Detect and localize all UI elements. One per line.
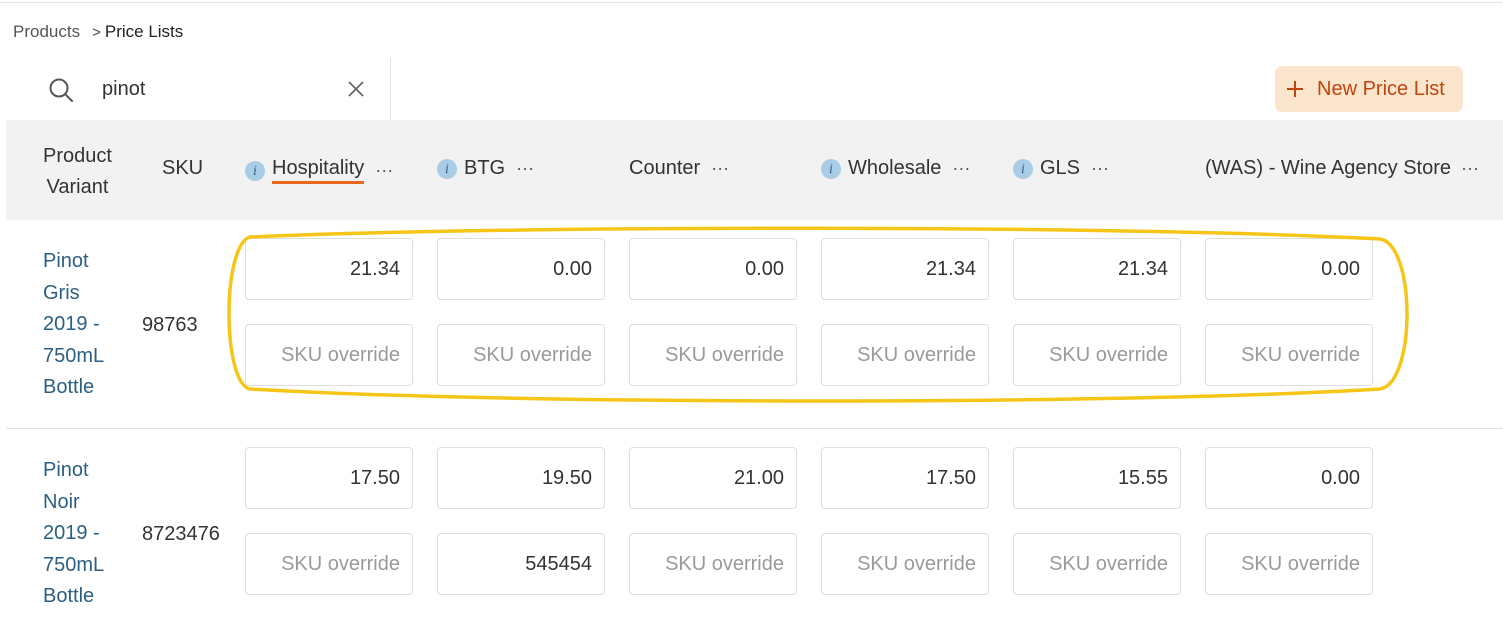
price-input-was[interactable] [1205,447,1373,509]
price-input-wholesale[interactable] [821,447,989,509]
info-icon[interactable]: i [1013,158,1033,179]
column-header-sku: SKU [162,157,204,179]
close-icon[interactable] [346,79,366,99]
product-variant-link[interactable]: Pinot Noir 2019 - 750mL Bottle [43,455,133,613]
column-header-gls: i GLS ··· [1013,157,1109,180]
column-header-product-line2: Variant [46,176,109,198]
new-price-list-label: New Price List [1317,77,1445,100]
product-name-line: Gris [43,281,80,304]
breadcrumb-current: Price Lists [104,22,184,41]
column-header-gls-label[interactable]: GLS [1040,157,1080,180]
new-price-list-button[interactable]: New Price List [1275,66,1463,112]
column-header-btg-label[interactable]: BTG [464,157,505,180]
sku-override-input[interactable] [1013,533,1181,595]
product-name-line: 2019 - [43,313,100,335]
product-name-line: Noir [43,490,80,513]
product-name-line: Bottle [43,585,95,607]
more-menu-icon[interactable]: ··· [711,158,729,179]
product-name-line: Pinot [43,250,89,272]
product-name-line: Bottle [43,376,95,398]
column-header-product-variant: Product Variant [43,141,112,203]
more-menu-icon[interactable]: ··· [1461,158,1479,179]
sku-override-input[interactable] [1205,533,1373,595]
column-header-counter-label[interactable]: Counter [629,157,700,180]
top-divider [0,2,1503,3]
search-icon [49,78,73,102]
price-input-hospitality[interactable] [245,447,413,509]
info-icon[interactable]: i [437,158,457,179]
row-divider [6,428,1503,429]
more-menu-icon[interactable]: ··· [375,160,393,181]
column-header-wholesale-label[interactable]: Wholesale [848,157,941,180]
price-input-btg[interactable] [437,447,605,509]
column-header-was-label[interactable]: (WAS) - Wine Agency Store [1205,157,1451,180]
breadcrumb-separator: > [92,23,101,41]
sku-value: 8723476 [142,523,220,545]
highlight-ellipse [227,226,1409,403]
sku-value: 98763 [142,314,198,336]
column-header-wine-agency-store: (WAS) - Wine Agency Store ··· [1205,157,1479,180]
column-header-wholesale: i Wholesale ··· [821,157,970,180]
search-input[interactable] [102,73,342,105]
more-menu-icon[interactable]: ··· [1091,158,1109,179]
breadcrumb: Products > Price Lists [13,20,183,44]
sku-override-input[interactable] [821,533,989,595]
product-name-line: Pinot [43,459,89,481]
column-header-btg: i BTG ··· [437,157,534,180]
product-name-line: 750mL [43,344,105,367]
column-header-hospitality-label[interactable]: Hospitality [272,157,365,184]
plus-icon [1287,81,1303,97]
product-name-line: 2019 - [43,522,100,544]
column-header-hospitality: i Hospitality ··· [245,157,393,184]
more-menu-icon[interactable]: ··· [952,158,970,179]
sku-override-input[interactable] [437,533,605,595]
price-input-gls[interactable] [1013,447,1181,509]
column-header-product-line1: Product [43,145,112,167]
breadcrumb-products-link[interactable]: Products [13,22,80,42]
more-menu-icon[interactable]: ··· [516,158,534,179]
product-variant-link[interactable]: Pinot Gris 2019 - 750mL Bottle [43,246,133,404]
product-name-line: 750mL [43,553,105,576]
sku-override-input[interactable] [245,533,413,595]
info-icon[interactable]: i [245,160,265,181]
column-header-counter: Counter ··· [629,157,729,180]
search-bar [6,58,391,120]
sku-override-input[interactable] [629,533,797,595]
info-icon[interactable]: i [821,158,841,179]
price-input-counter[interactable] [629,447,797,509]
